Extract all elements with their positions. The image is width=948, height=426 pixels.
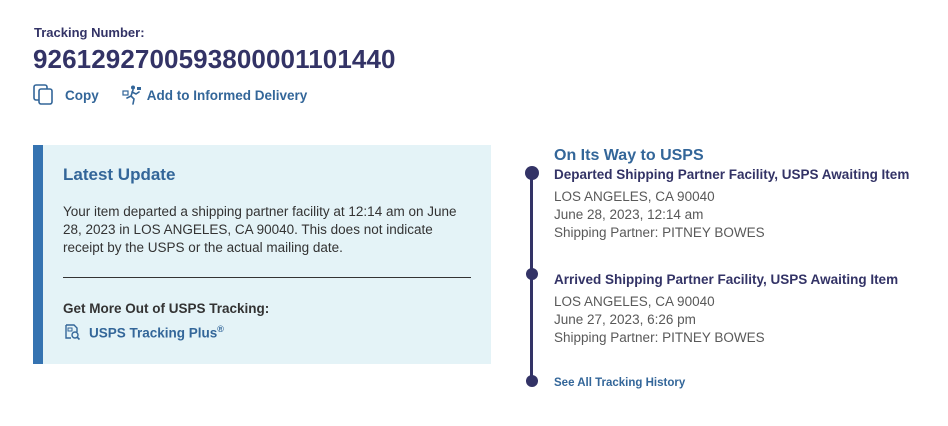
latest-update-title: Latest Update (63, 165, 176, 184)
copy-button[interactable]: Copy (33, 84, 99, 106)
tracking-number: 9261292700593800001101440 (33, 44, 396, 74)
event-title: Arrived Shipping Partner Facility, USPS … (554, 272, 899, 287)
tracking-plus-icon (65, 324, 81, 341)
event-partner: Shipping Partner: PITNEY BOWES (554, 225, 765, 240)
add-to-informed-delivery-label: Add to Informed Delivery (146, 87, 308, 103)
event-datetime: June 27, 2023, 6:26 pm (554, 312, 696, 327)
timeline-dot (526, 268, 538, 280)
registered-mark: ® (217, 323, 224, 334)
latest-update-panel: Latest Update Your item departed a shipp… (33, 145, 491, 364)
timeline-dot (526, 375, 538, 387)
copy-label: Copy (65, 87, 99, 103)
informed-delivery-icon (122, 85, 141, 105)
divider (63, 277, 471, 278)
event-datetime: June 28, 2023, 12:14 am (554, 207, 704, 222)
copy-icon (33, 84, 53, 105)
event-partner: Shipping Partner: PITNEY BOWES (554, 330, 765, 345)
usps-tracking-plus-link[interactable]: USPS Tracking Plus® (63, 323, 224, 341)
tracking-actions: Copy Add to Informed Delivery (33, 84, 307, 106)
more-tracking-label: Get More Out of USPS Tracking: (63, 301, 270, 316)
usps-tracking-plus-label: USPS Tracking Plus® (89, 324, 224, 341)
tracking-number-label: Tracking Number: (34, 25, 145, 40)
plus-label-text: USPS Tracking Plus (89, 325, 218, 341)
event-title: Departed Shipping Partner Facility, USPS… (554, 167, 910, 182)
timeline-dot (525, 166, 539, 180)
event-location: LOS ANGELES, CA 90040 (554, 189, 715, 204)
see-all-tracking-history-link[interactable]: See All Tracking History (554, 377, 685, 389)
tracking-status: On Its Way to USPS (554, 147, 704, 164)
latest-update-text: Your item departed a shipping partner fa… (63, 204, 457, 255)
add-to-informed-delivery-button[interactable]: Add to Informed Delivery (99, 84, 308, 106)
event-location: LOS ANGELES, CA 90040 (554, 294, 715, 309)
